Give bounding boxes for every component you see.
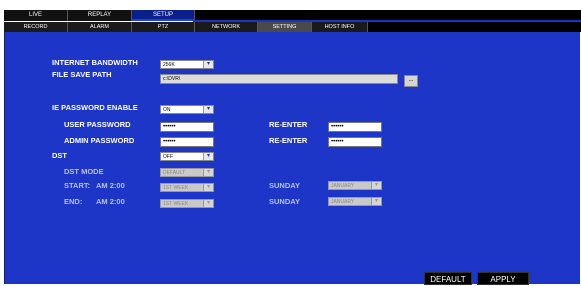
user-password-field[interactable]: •••••• [160,122,214,132]
end-month-value: JANUARY [331,199,355,205]
end-day: SUNDAY [269,197,300,206]
tab-host-info[interactable]: HOST INFO [312,22,368,32]
internet-bandwidth-label: INTERNET BANDWIDTH [52,58,138,67]
user-reenter-field[interactable]: •••••• [328,122,382,132]
file-save-path-field[interactable]: c:\DVR\ [160,74,398,84]
admin-password-label: ADMIN PASSWORD [64,136,135,145]
tab-record[interactable]: RECORD [4,22,68,32]
start-day: SUNDAY [269,181,300,190]
start-time: AM 2:00 [96,181,125,190]
chevron-down-icon: ▾ [203,184,213,191]
dst-value: OFF [163,154,173,160]
dst-mode-label: DST MODE [64,167,104,176]
ie-password-enable-select[interactable]: ON ▾ [160,105,214,114]
chevron-down-icon: ▾ [203,169,213,176]
start-month-value: JANUARY [331,183,355,189]
ie-password-enable-value: ON [163,107,171,113]
user-reenter-label: RE-ENTER [269,120,308,129]
tab-network[interactable]: NETWORK [195,22,258,32]
end-time: AM 2:00 [96,197,125,206]
end-label: END: [64,197,83,206]
file-save-path-label: FILE SAVE PATH [52,70,112,79]
admin-reenter-field[interactable]: •••••• [328,137,382,147]
end-week-select[interactable]: 1ST WEEK ▾ [160,199,214,208]
start-label: START: [64,181,91,190]
tab-alarm[interactable]: ALARM [68,22,132,32]
ie-password-enable-label: IE PASSWORD ENABLE [52,103,138,112]
tab-ptz[interactable]: PTZ [132,22,195,32]
admin-reenter-label: RE-ENTER [269,136,308,145]
chevron-down-icon: ▾ [203,106,213,113]
end-month-select[interactable]: JANUARY ▾ [328,197,382,206]
internet-bandwidth-select[interactable]: 256K ▾ [160,60,214,69]
default-button[interactable]: DEFAULT [424,272,472,285]
chevron-down-icon: ▾ [203,153,213,160]
apply-button[interactable]: APPLY [477,272,529,285]
tab-setup[interactable]: SETUP [132,10,195,21]
user-password-label: USER PASSWORD [64,120,131,129]
start-week-value: 1ST WEEK [163,185,189,191]
dst-mode-value: DEFAULT [163,170,186,176]
end-week-value: 1ST WEEK [163,201,189,207]
tab-replay[interactable]: REPLAY [68,10,132,21]
chevron-down-icon: ▾ [203,61,213,68]
admin-password-field[interactable]: •••••• [160,137,214,147]
dst-mode-select[interactable]: DEFAULT ▾ [160,168,214,177]
chevron-down-icon: ▾ [371,198,381,205]
dvr-setup-window: LIVE REPLAY SETUP RECORD ALARM PTZ NETWO… [0,0,581,285]
start-month-select[interactable]: JANUARY ▾ [328,181,382,190]
tab-setting[interactable]: SETTING [258,22,312,32]
sub-tab-bar: RECORD ALARM PTZ NETWORK SETTING HOST IN… [4,22,581,32]
start-week-select[interactable]: 1ST WEEK ▾ [160,183,214,192]
browse-button[interactable]: ... [404,75,418,87]
dst-label: DST [52,151,67,160]
dst-select[interactable]: OFF ▾ [160,152,214,161]
internet-bandwidth-value: 256K [163,62,175,68]
chevron-down-icon: ▾ [371,182,381,189]
tab-live[interactable]: LIVE [4,10,68,21]
chevron-down-icon: ▾ [203,200,213,207]
